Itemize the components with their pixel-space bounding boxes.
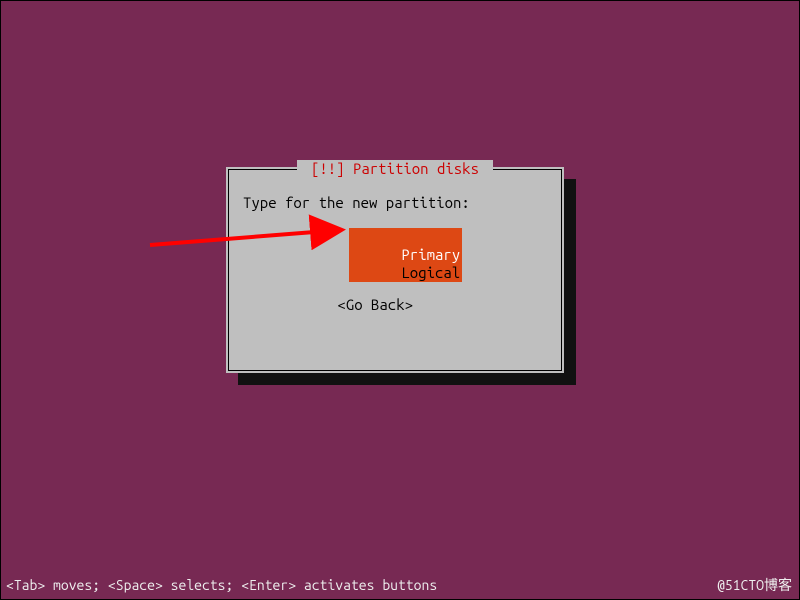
dialog-title-text: [!!] Partition disks [311,160,479,177]
partition-type-dialog: [!!] Partition disks Type for the new pa… [226,167,564,373]
dialog-title: [!!] Partition disks [297,160,494,178]
dialog-title-wrap: [!!] Partition disks [229,160,561,178]
dialog-prompt: Type for the new partition: [243,194,470,212]
go-back-label: <Go Back> [337,296,413,313]
help-line: <Tab> moves; <Space> selects; <Enter> ac… [6,577,437,594]
dialog-frame: [!!] Partition disks Type for the new pa… [228,169,562,371]
go-back-button[interactable]: <Go Back> [287,278,413,332]
watermark: @51CTO博客 [717,577,792,594]
